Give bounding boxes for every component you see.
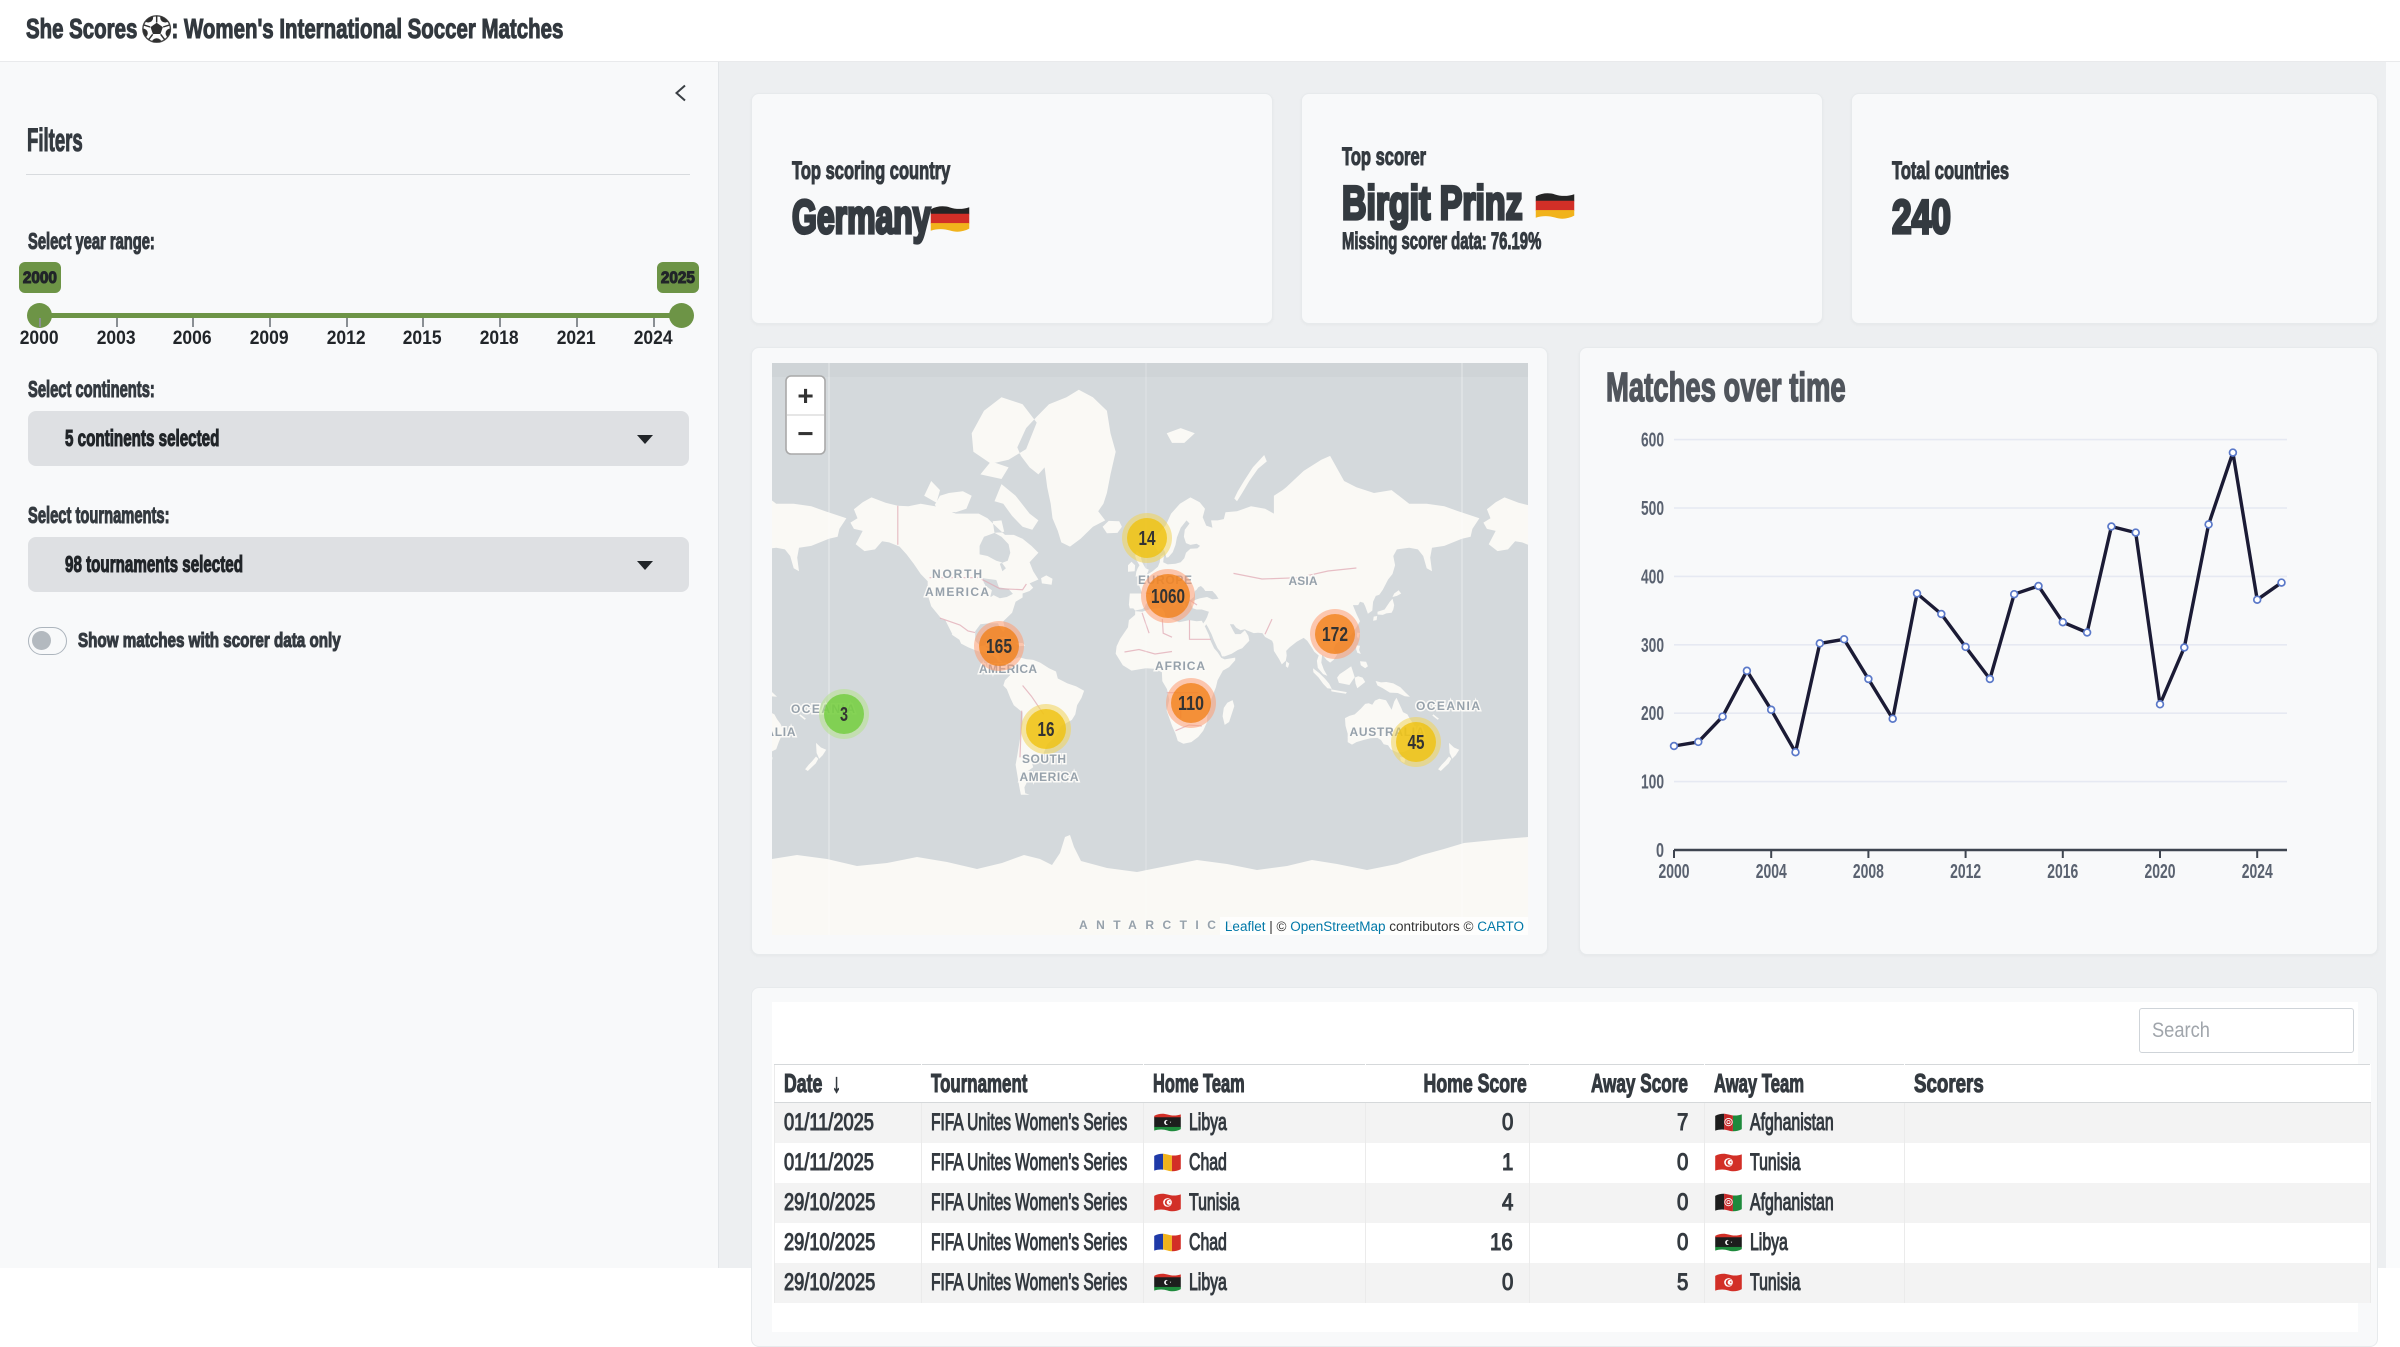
svg-text:2020: 2020 [2145, 860, 2176, 883]
svg-text:1060: 1060 [1151, 585, 1185, 608]
svg-text:2004: 2004 [1756, 860, 1787, 883]
svg-text:200: 200 [1641, 702, 1664, 725]
svg-text:172: 172 [1322, 623, 1348, 646]
svg-text:14: 14 [1139, 527, 1156, 550]
svg-text:500: 500 [1641, 497, 1664, 520]
svg-text:16: 16 [1038, 718, 1055, 741]
svg-text:−: − [797, 418, 813, 449]
svg-text:300: 300 [1641, 634, 1664, 657]
svg-text:AMERICA: AMERICA [925, 585, 989, 599]
svg-text:2012: 2012 [1950, 860, 1981, 883]
svg-text:45: 45 [1408, 731, 1425, 754]
svg-text:AFRICA: AFRICA [1155, 659, 1205, 673]
svg-text:AMERICA: AMERICA [1020, 770, 1079, 784]
svg-text:0: 0 [1656, 839, 1664, 862]
svg-text:2016: 2016 [2047, 860, 2078, 883]
svg-text:600: 600 [1641, 429, 1664, 452]
svg-text:2008: 2008 [1853, 860, 1884, 883]
svg-text:2024: 2024 [2242, 860, 2273, 883]
svg-text:Leaflet | © OpenStreetMap cont: Leaflet | © OpenStreetMap contributors ©… [1225, 919, 1524, 934]
svg-text:110: 110 [1178, 692, 1204, 715]
svg-text:SOUTH: SOUTH [1022, 752, 1066, 766]
svg-text:100: 100 [1641, 771, 1664, 794]
svg-text:165: 165 [986, 635, 1012, 658]
svg-text:AUSTRALIA: AUSTRALIA [772, 725, 796, 739]
svg-text:NORTH: NORTH [932, 567, 982, 581]
svg-text:400: 400 [1641, 565, 1664, 588]
svg-text:+: + [797, 380, 813, 411]
svg-text:ASIA: ASIA [1289, 574, 1318, 588]
svg-text:2000: 2000 [1659, 860, 1690, 883]
svg-text:3: 3 [840, 703, 848, 726]
